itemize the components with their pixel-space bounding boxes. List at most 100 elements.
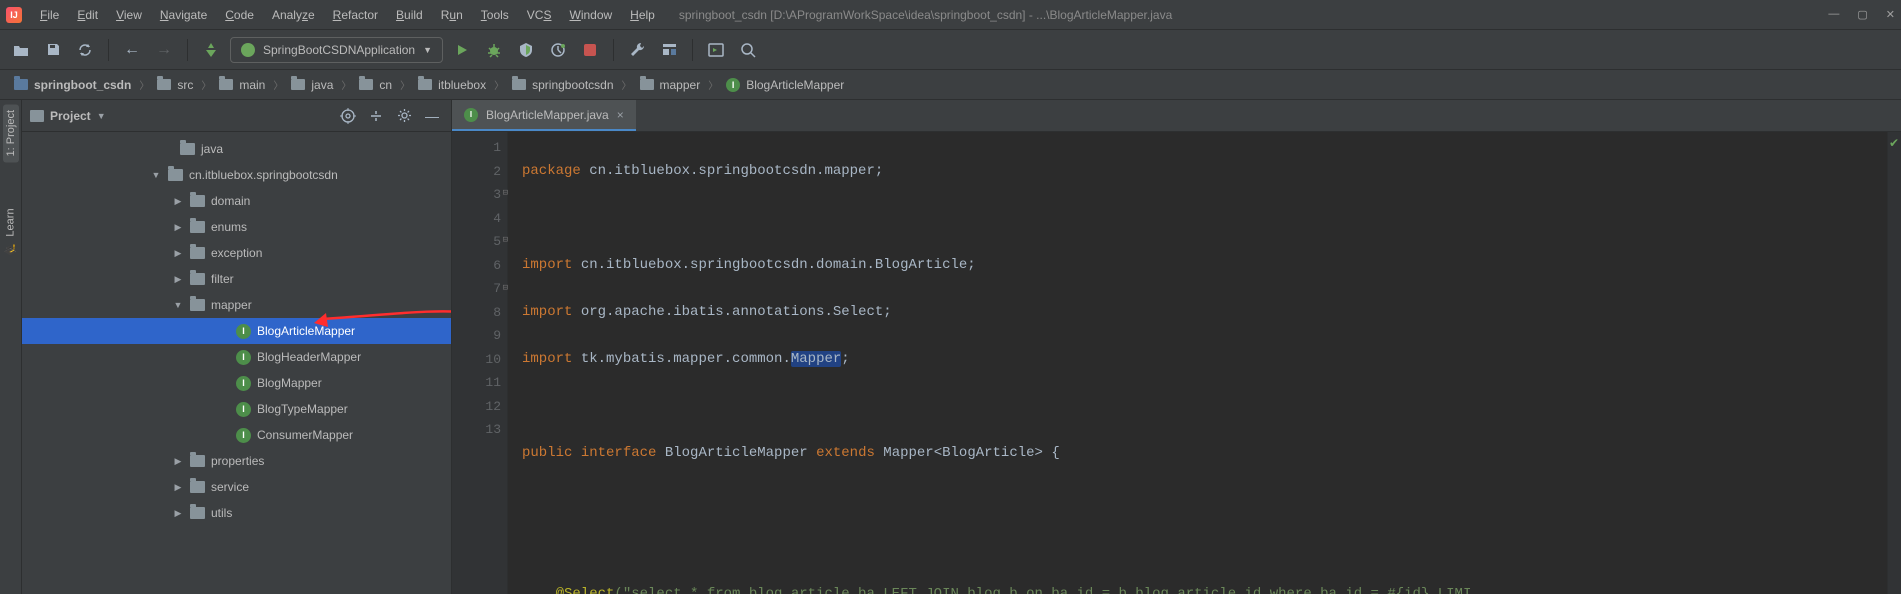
crumb-main[interactable]: main xyxy=(215,76,269,94)
tree-arrow-icon[interactable]: ▼ xyxy=(172,300,184,310)
project-header: Project ▼ — xyxy=(22,100,451,132)
tree-arrow-icon[interactable]: ▶ xyxy=(172,222,184,233)
tree-label: BlogTypeMapper xyxy=(257,402,348,416)
crumb-root[interactable]: springboot_csdn xyxy=(10,76,135,94)
menu-vcs[interactable]: VCS xyxy=(519,4,560,26)
tree-arrow-icon[interactable]: ▶ xyxy=(172,482,184,493)
project-structure-icon[interactable] xyxy=(656,37,682,63)
tree-arrow-icon[interactable]: ▶ xyxy=(172,274,184,285)
crumb-class[interactable]: IBlogArticleMapper xyxy=(722,76,848,94)
menu-analyze[interactable]: Analyze xyxy=(264,4,323,26)
menu-tools[interactable]: Tools xyxy=(473,4,517,26)
folder-icon xyxy=(168,169,183,181)
menu-view[interactable]: View xyxy=(108,4,150,26)
title-bar: IJ File Edit View Navigate Code Analyze … xyxy=(0,0,1901,30)
tree-node[interactable]: ▶IBlogArticleMapper xyxy=(22,318,451,344)
left-gutter: 1: Project 🎓Learn xyxy=(0,100,22,594)
inspection-gutter[interactable]: ✔ xyxy=(1887,132,1901,594)
tree-node[interactable]: ▶service xyxy=(22,474,451,500)
tree-label: enums xyxy=(211,220,247,234)
gear-icon[interactable] xyxy=(393,105,415,127)
tree-arrow-icon[interactable]: ▶ xyxy=(172,508,184,519)
crumb-java[interactable]: java xyxy=(287,76,337,94)
menu-navigate[interactable]: Navigate xyxy=(152,4,215,26)
tree-label: java xyxy=(201,142,223,156)
profile-icon[interactable] xyxy=(545,37,571,63)
menu-run[interactable]: Run xyxy=(433,4,471,26)
editor-tabs: I BlogArticleMapper.java × xyxy=(452,100,1901,132)
line-gutter[interactable]: ⊟ ⊟ ⊟ 12345678910111213 xyxy=(452,132,508,594)
tree-node[interactable]: ▶IBlogMapper xyxy=(22,370,451,396)
project-tree[interactable]: ▶java▼cn.itbluebox.springbootcsdn▶domain… xyxy=(22,132,451,594)
run-config-dropdown[interactable]: SpringBootCSDNApplication ▼ xyxy=(230,37,443,63)
tab-blogarticlemapper[interactable]: I BlogArticleMapper.java × xyxy=(452,100,636,131)
minimize-icon[interactable]: — xyxy=(1828,8,1839,21)
tree-arrow-icon[interactable]: ▶ xyxy=(172,248,184,259)
chevron-down-icon: ▼ xyxy=(423,45,432,55)
tree-node[interactable]: ▶exception xyxy=(22,240,451,266)
tree-label: properties xyxy=(211,454,264,468)
crumb-springbootcsdn[interactable]: springbootcsdn xyxy=(508,76,617,94)
menu-file[interactable]: File xyxy=(32,4,67,26)
crumb-cn[interactable]: cn xyxy=(355,76,396,94)
sidetab-project[interactable]: 1: Project xyxy=(3,104,19,162)
folder-icon xyxy=(190,273,205,285)
interface-icon: I xyxy=(236,350,251,365)
tree-node[interactable]: ▶IBlogHeaderMapper xyxy=(22,344,451,370)
tree-node[interactable]: ▶ filter xyxy=(22,266,451,292)
collapse-icon[interactable] xyxy=(365,105,387,127)
tree-node[interactable]: ▶java xyxy=(22,136,451,162)
close-tab-icon[interactable]: × xyxy=(617,108,624,122)
tree-node[interactable]: ▶IBlogTypeMapper xyxy=(22,396,451,422)
debug-icon[interactable] xyxy=(481,37,507,63)
code-editor[interactable]: package cn.itbluebox.springbootcsdn.mapp… xyxy=(508,132,1887,594)
interface-icon: I xyxy=(236,324,251,339)
search-icon[interactable] xyxy=(735,37,761,63)
tree-node[interactable]: ▶ domain xyxy=(22,188,451,214)
tree-node[interactable]: ▼cn.itbluebox.springbootcsdn xyxy=(22,162,451,188)
tree-label: filter xyxy=(211,272,234,286)
tree-node[interactable]: ▼mapper xyxy=(22,292,451,318)
save-all-icon[interactable] xyxy=(40,37,66,63)
crumb-itbluebox[interactable]: itbluebox xyxy=(414,76,490,94)
tree-label: BlogArticleMapper xyxy=(257,324,355,338)
tree-arrow-icon[interactable]: ▶ xyxy=(172,196,184,207)
menu-edit[interactable]: Edit xyxy=(69,4,106,26)
menu-build[interactable]: Build xyxy=(388,4,431,26)
tree-node[interactable]: ▶ utils xyxy=(22,500,451,526)
run-icon[interactable] xyxy=(449,37,475,63)
menu-code[interactable]: Code xyxy=(217,4,262,26)
run-anything-icon[interactable] xyxy=(703,37,729,63)
hide-icon[interactable]: — xyxy=(421,105,443,127)
target-icon[interactable] xyxy=(337,105,359,127)
forward-icon[interactable]: → xyxy=(151,37,177,63)
menu-refactor[interactable]: Refactor xyxy=(325,4,386,26)
crumb-mapper[interactable]: mapper xyxy=(636,76,705,94)
breadcrumb: springboot_csdn〉 src〉 main〉 java〉 cn〉 it… xyxy=(0,70,1901,100)
tree-arrow-icon[interactable]: ▼ xyxy=(150,170,162,180)
tree-node[interactable]: ▶ properties xyxy=(22,448,451,474)
sidetab-learn[interactable]: 🎓Learn xyxy=(2,202,19,262)
back-icon[interactable]: ← xyxy=(119,37,145,63)
tree-node[interactable]: ▶ enums xyxy=(22,214,451,240)
close-icon[interactable]: ✕ xyxy=(1886,8,1895,21)
tree-label: utils xyxy=(211,506,232,520)
wrench-icon[interactable] xyxy=(624,37,650,63)
check-icon: ✔ xyxy=(1889,136,1899,150)
open-icon[interactable] xyxy=(8,37,34,63)
menu-window[interactable]: Window xyxy=(561,4,620,26)
sync-icon[interactable] xyxy=(72,37,98,63)
main-menu: File Edit View Navigate Code Analyze Ref… xyxy=(32,4,663,26)
tree-arrow-icon[interactable]: ▶ xyxy=(172,456,184,467)
build-icon[interactable] xyxy=(198,37,224,63)
coverage-icon[interactable] xyxy=(513,37,539,63)
intellij-icon: IJ xyxy=(6,7,22,23)
tree-label: domain xyxy=(211,194,250,208)
menu-help[interactable]: Help xyxy=(622,4,663,26)
maximize-icon[interactable]: ▢ xyxy=(1857,8,1867,21)
window-controls: — ▢ ✕ xyxy=(1828,8,1895,21)
crumb-src[interactable]: src xyxy=(153,76,197,94)
tree-label: BlogHeaderMapper xyxy=(257,350,361,364)
tree-node[interactable]: ▶IConsumerMapper xyxy=(22,422,451,448)
stop-icon[interactable] xyxy=(577,37,603,63)
